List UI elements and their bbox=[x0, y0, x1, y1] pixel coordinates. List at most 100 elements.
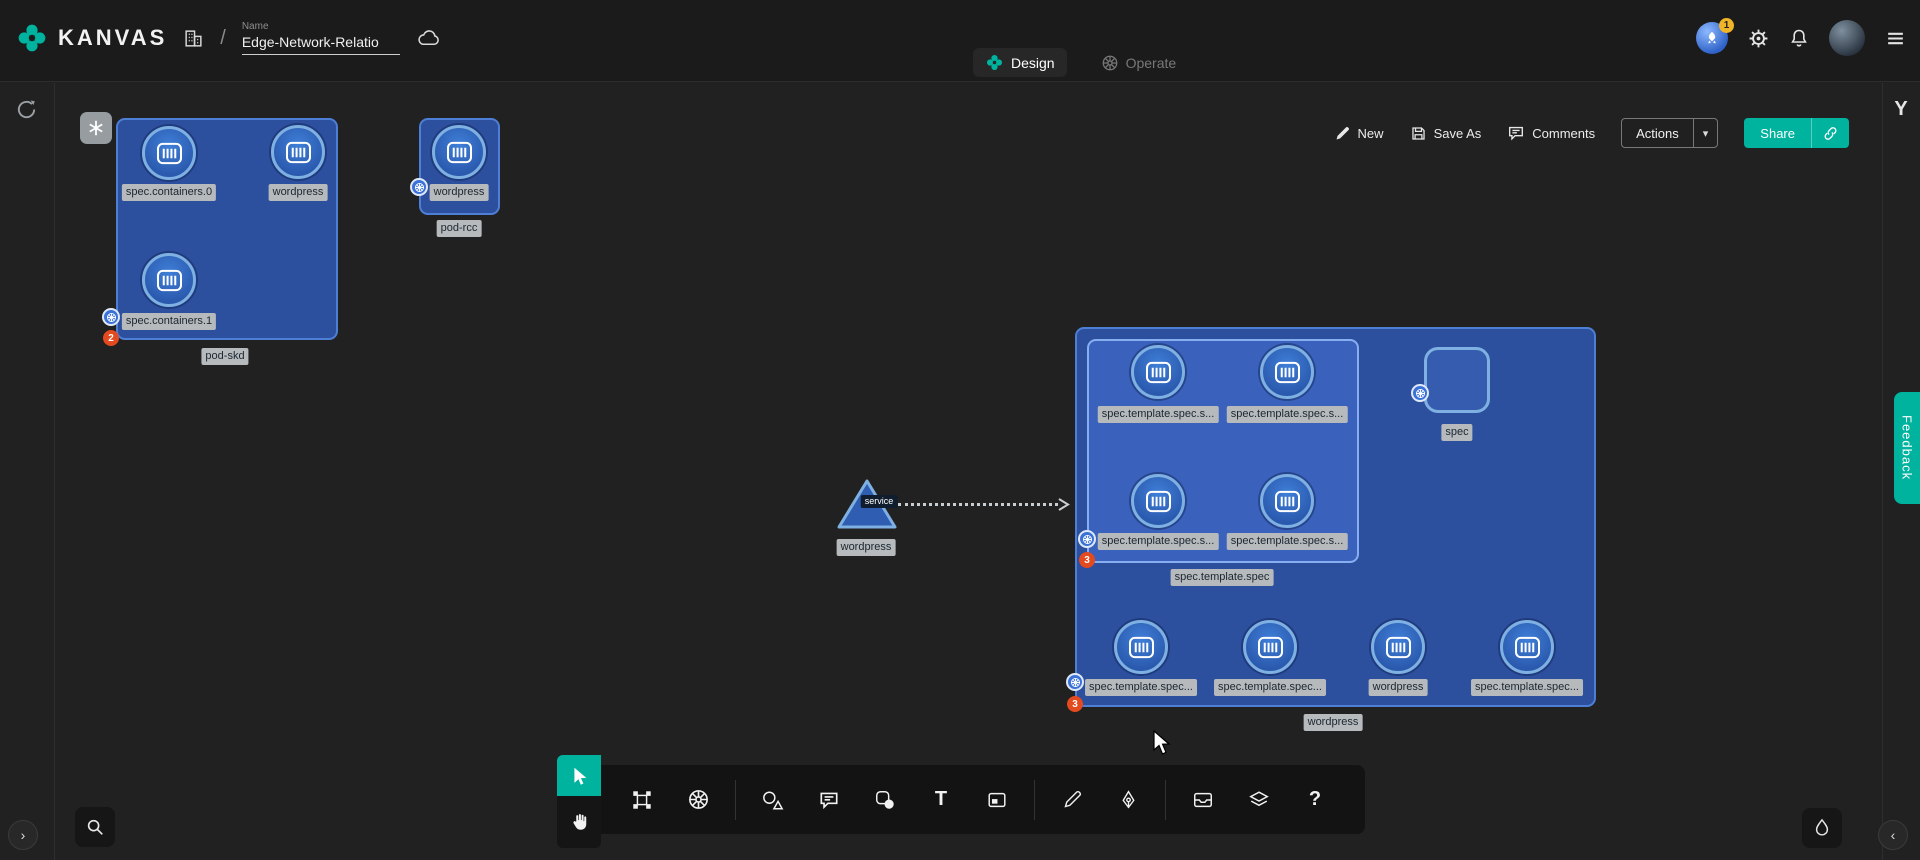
workspace-building-icon[interactable] bbox=[183, 28, 204, 49]
toolbar-divider bbox=[1165, 780, 1166, 820]
history-sync-icon[interactable] bbox=[15, 98, 38, 121]
service-edge bbox=[898, 503, 1058, 506]
header-left: KANVAS / Name Edge-Network-Relatio bbox=[16, 16, 441, 60]
name-label: Name bbox=[242, 21, 400, 32]
design-name-input[interactable]: Edge-Network-Relatio bbox=[242, 34, 400, 55]
node-label: spec.template.spec... bbox=[1214, 679, 1326, 696]
tab-operate[interactable]: Operate bbox=[1089, 49, 1189, 77]
container-node[interactable] bbox=[1114, 620, 1168, 674]
error-count-badge[interactable]: 3 bbox=[1079, 552, 1095, 568]
actions-label: Actions bbox=[1622, 126, 1693, 141]
actions-dropdown[interactable]: Actions ▾ bbox=[1621, 118, 1718, 148]
text-tool[interactable]: T bbox=[922, 777, 960, 823]
flowchart-shapes-tool[interactable] bbox=[623, 777, 661, 823]
birdseye-button[interactable] bbox=[1802, 808, 1842, 848]
tab-design-label: Design bbox=[1011, 55, 1055, 71]
notifications-bell-icon[interactable] bbox=[1789, 28, 1809, 48]
help-glyph: ? bbox=[1309, 788, 1321, 811]
menu-hamburger-icon[interactable] bbox=[1885, 28, 1906, 49]
node-label: spec.template.spec... bbox=[1471, 679, 1583, 696]
group-label: spec.template.spec bbox=[1171, 569, 1274, 586]
container-node[interactable] bbox=[1131, 345, 1185, 399]
feedback-label: Feedback bbox=[1900, 415, 1915, 480]
container-node[interactable] bbox=[142, 126, 196, 180]
node-label: wordpress bbox=[1369, 679, 1428, 696]
comment-tool[interactable] bbox=[810, 777, 848, 823]
node-label: spec.template.spec.s... bbox=[1098, 533, 1219, 550]
container-node[interactable] bbox=[432, 125, 486, 179]
mode-tabs: Design Operate bbox=[973, 48, 1188, 77]
kubernetes-components-tool[interactable] bbox=[679, 777, 717, 823]
error-count-badge[interactable]: 3 bbox=[1067, 696, 1083, 712]
kanvas-logo-icon bbox=[16, 22, 48, 54]
frame-tool[interactable] bbox=[978, 777, 1016, 823]
feedback-tab[interactable]: Feedback bbox=[1894, 392, 1920, 504]
cursor-icon bbox=[568, 765, 590, 787]
node-label: spec.template.spec... bbox=[1085, 679, 1197, 696]
pencil-icon bbox=[1334, 125, 1351, 142]
pen-tool[interactable] bbox=[1109, 777, 1147, 823]
kubernetes-badge-icon bbox=[1078, 530, 1096, 548]
node-label: spec bbox=[1441, 424, 1472, 441]
layers-tool[interactable] bbox=[1240, 777, 1278, 823]
kubernetes-badge-icon bbox=[1411, 384, 1429, 402]
shapes-tool[interactable] bbox=[754, 777, 792, 823]
collapse-right-panel-button[interactable]: ‹ bbox=[1878, 820, 1908, 850]
toolbar-divider bbox=[735, 780, 736, 820]
error-count-badge[interactable]: 2 bbox=[103, 330, 119, 346]
pod-collapse-icon[interactable] bbox=[80, 112, 112, 144]
node-label: wordpress bbox=[430, 184, 489, 201]
select-tool-button[interactable] bbox=[557, 755, 601, 796]
rocket-glyph-icon bbox=[1705, 31, 1719, 45]
container-node[interactable] bbox=[1131, 474, 1185, 528]
container-node[interactable] bbox=[1260, 474, 1314, 528]
share-pill: Share bbox=[1744, 118, 1849, 148]
container-node[interactable] bbox=[1371, 620, 1425, 674]
kanvas-logo[interactable]: KANVAS bbox=[16, 22, 167, 54]
chevron-right-icon: › bbox=[21, 827, 26, 843]
node-label: spec.containers.1 bbox=[122, 313, 216, 330]
new-label: New bbox=[1358, 126, 1384, 141]
save-as-button[interactable]: Save As bbox=[1410, 125, 1482, 142]
copy-link-button[interactable] bbox=[1811, 118, 1849, 148]
spec-node[interactable] bbox=[1424, 347, 1490, 413]
breadcrumb-separator: / bbox=[220, 27, 226, 50]
share-button[interactable]: Share bbox=[1744, 118, 1811, 148]
toolbar-divider bbox=[1034, 780, 1035, 820]
magnifier-icon bbox=[85, 817, 105, 837]
settings-gear-icon[interactable] bbox=[1748, 28, 1769, 49]
kubernetes-badge-icon bbox=[410, 178, 428, 196]
design-name-field: Name Edge-Network-Relatio bbox=[242, 21, 400, 55]
stickers-tool[interactable] bbox=[866, 777, 904, 823]
group-spec-template-spec[interactable] bbox=[1087, 339, 1359, 563]
new-button[interactable]: New bbox=[1334, 125, 1384, 142]
comments-button[interactable]: Comments bbox=[1507, 124, 1595, 142]
comment-icon bbox=[1507, 124, 1525, 142]
expand-left-panel-button[interactable]: › bbox=[8, 820, 38, 850]
operate-helm-icon bbox=[1101, 54, 1119, 72]
save-icon bbox=[1410, 125, 1427, 142]
kubernetes-badge-icon bbox=[1066, 673, 1084, 691]
save-as-label: Save As bbox=[1434, 126, 1482, 141]
whats-new-rocket-icon[interactable]: 1 bbox=[1696, 22, 1728, 54]
pan-tool-button[interactable] bbox=[557, 796, 601, 848]
container-node[interactable] bbox=[1260, 345, 1314, 399]
cloud-save-icon bbox=[416, 29, 441, 48]
container-node[interactable] bbox=[142, 253, 196, 307]
node-label: wordpress bbox=[837, 539, 896, 556]
container-node[interactable] bbox=[1500, 620, 1554, 674]
container-node[interactable] bbox=[1243, 620, 1297, 674]
zoom-search-button[interactable] bbox=[75, 807, 115, 847]
node-label: wordpress bbox=[269, 184, 328, 201]
header-right: 1 bbox=[1696, 18, 1906, 58]
help-button[interactable]: ? bbox=[1296, 777, 1334, 823]
dropdown-caret-icon[interactable]: ▾ bbox=[1693, 119, 1718, 147]
tab-design[interactable]: Design bbox=[973, 48, 1067, 77]
sketch-pencil-tool[interactable] bbox=[1053, 777, 1091, 823]
edge-arrowhead-icon bbox=[1056, 497, 1070, 512]
user-avatar[interactable] bbox=[1829, 20, 1865, 56]
node-label: spec.containers.0 bbox=[122, 184, 216, 201]
container-node[interactable] bbox=[271, 125, 325, 179]
drawer-tool[interactable] bbox=[1184, 777, 1222, 823]
text-tool-glyph: T bbox=[935, 788, 947, 811]
